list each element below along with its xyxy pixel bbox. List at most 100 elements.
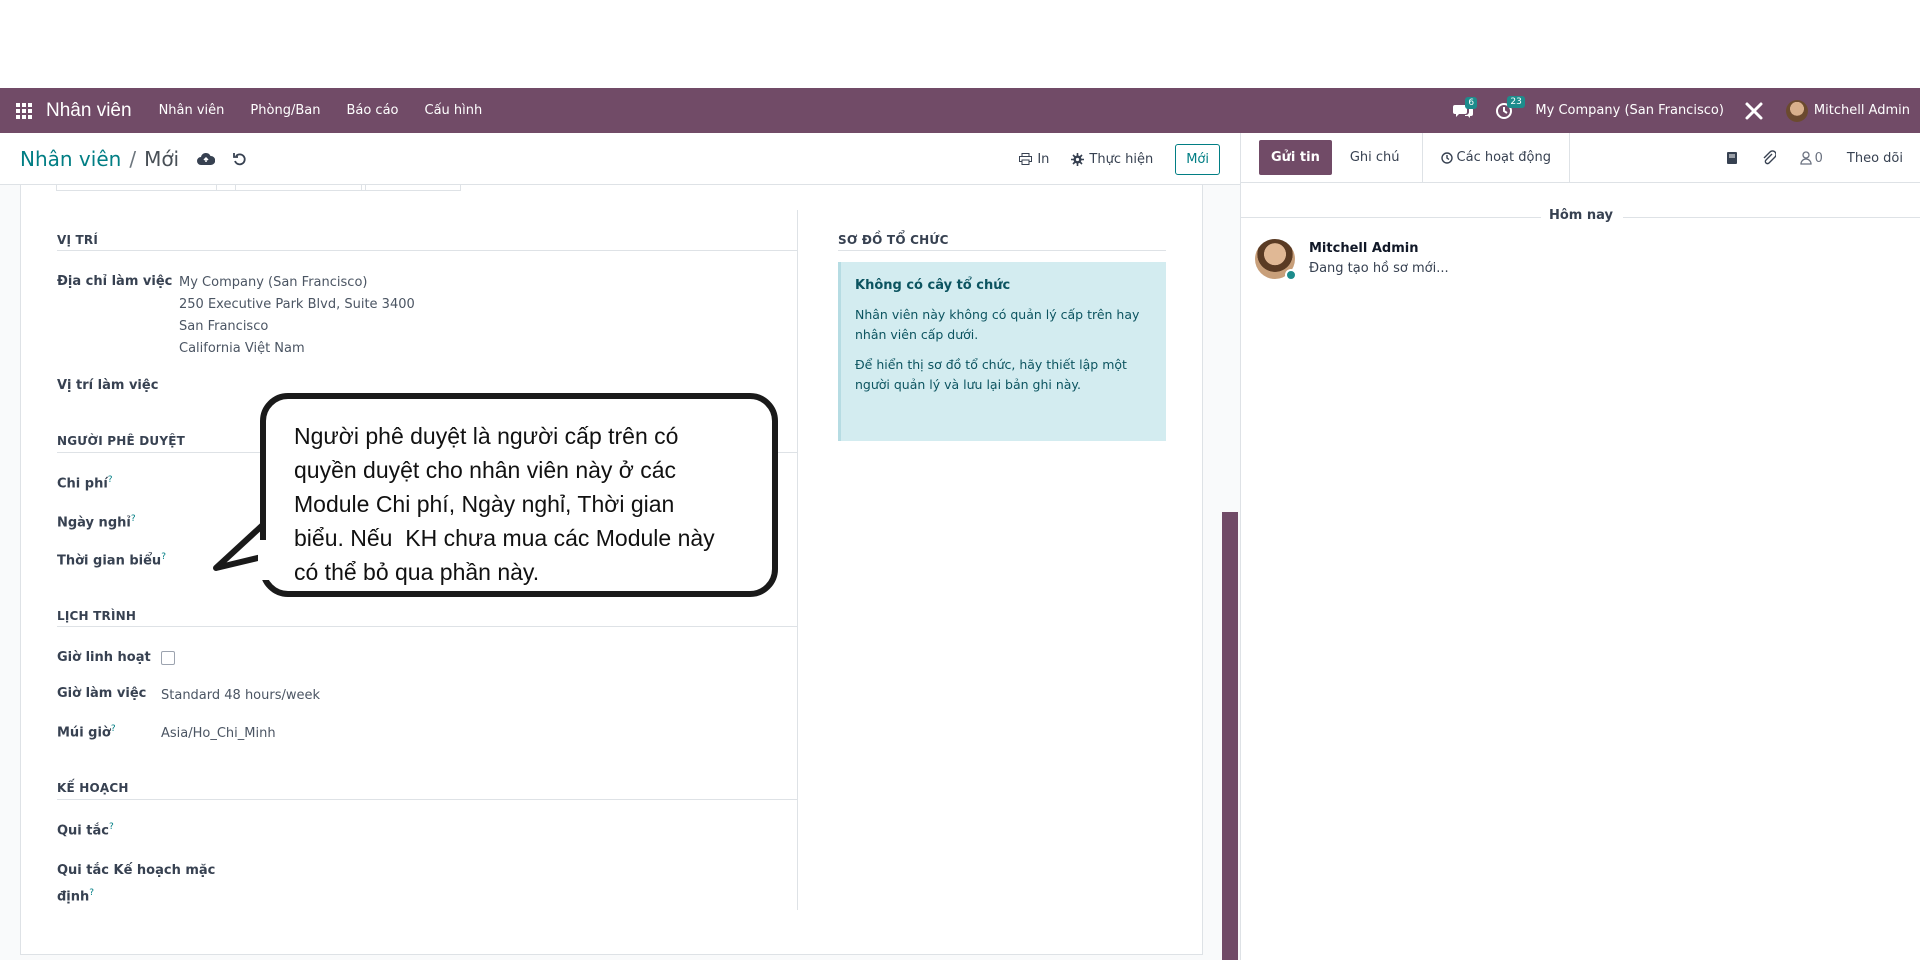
address-line: San Francisco <box>179 319 269 334</box>
date-divider-today: Hôm nay <box>1549 208 1613 223</box>
follow-button[interactable]: Theo dõi <box>1847 151 1903 166</box>
chatter-right-actions: 0 Theo dõi <box>1726 133 1903 183</box>
clock-icon <box>1440 151 1453 164</box>
timezone-label-text: Múi giờ <box>57 725 111 741</box>
section-title-org-chart: SƠ ĐỒ TỔ CHỨC <box>838 233 949 247</box>
breadcrumb-separator: / <box>129 146 137 171</box>
help-tooltip-icon[interactable]: ? <box>109 822 114 832</box>
planning-roles-label: Qui tắc? <box>57 822 114 838</box>
callout-line: có thể bỏ qua phần này. <box>294 559 540 585</box>
tools-icon <box>1745 102 1763 119</box>
org-chart-empty-alert: Không có cây tổ chức Nhân viên này không… <box>838 262 1166 441</box>
top-whitespace <box>0 0 1920 88</box>
action-button[interactable]: Thực hiện <box>1071 152 1153 167</box>
user-avatar <box>1785 99 1808 122</box>
working-hours-value[interactable]: Standard 48 hours/week <box>161 688 320 703</box>
message-author-avatar[interactable] <box>1255 239 1297 281</box>
expense-label-text: Chi phí <box>57 476 108 492</box>
section-title-location: VỊ TRÍ <box>57 233 99 247</box>
help-tooltip-icon[interactable]: ? <box>89 888 94 898</box>
work-address-value[interactable]: My Company (San Francisco) 250 Executive… <box>179 272 415 360</box>
new-button[interactable]: Mới <box>1175 143 1220 175</box>
help-tooltip-icon[interactable]: ? <box>131 514 136 524</box>
timezone-value[interactable]: Asia/Ho_Chi_Minh <box>161 726 276 741</box>
timezone-label: Múi giờ? <box>57 724 116 740</box>
menu-employees[interactable]: Nhân viên <box>159 103 225 118</box>
default-role-label-line1: Qui tắc Kế hoạch mặc <box>57 863 216 878</box>
breadcrumb: Nhân viên / Mới <box>20 147 179 171</box>
print-label: In <box>1037 151 1050 167</box>
help-tooltip-icon[interactable]: ? <box>161 552 166 562</box>
message-author[interactable]: Mitchell Admin <box>1309 241 1418 256</box>
paperclip-icon[interactable] <box>1762 150 1776 166</box>
address-line: California Việt Nam <box>179 341 305 356</box>
apps-grid-icon[interactable] <box>16 102 32 119</box>
print-button[interactable]: In <box>1019 152 1049 167</box>
company-switcher[interactable]: My Company (San Francisco) <box>1535 103 1723 118</box>
main-navbar: Nhân viên Nhân viên Phòng/Ban Báo cáo Cấ… <box>0 88 1920 133</box>
cloud-upload-icon[interactable] <box>197 152 216 166</box>
book-icon[interactable] <box>1726 151 1738 165</box>
working-hours-label: Giờ làm việc <box>57 686 147 701</box>
print-icon <box>1019 153 1033 165</box>
messaging-menu[interactable]: 6 <box>1453 96 1478 119</box>
flexible-hours-checkbox[interactable] <box>161 651 175 665</box>
org-chart-alert-text: Nhân viên này không có quản lý cấp trên … <box>855 307 1140 342</box>
discard-undo-icon[interactable] <box>233 152 247 166</box>
control-panel: Nhân viên / Mới In Thực hiện Mới <box>0 133 1240 185</box>
section-divider <box>57 626 797 627</box>
user-menu[interactable]: Mitchell Admin <box>1785 99 1910 122</box>
section-divider <box>57 250 797 251</box>
debug-tools[interactable] <box>1744 101 1764 121</box>
message-body: Đang tạo hồ sơ mới... <box>1309 261 1449 276</box>
followers-button[interactable]: 0 <box>1799 150 1823 166</box>
default-role-label-line2: định <box>57 889 90 905</box>
callout-text: Người phê duyệt là người cấp trên có quy… <box>294 419 744 589</box>
callout-line: Người phê duyệt là người cấp trên có <box>294 423 679 449</box>
annotation-callout: Người phê duyệt là người cấp trên có quy… <box>260 393 778 597</box>
section-divider <box>838 250 1166 251</box>
callout-line: Module Chi phí, Ngày nghỉ, Thời gian <box>294 491 675 517</box>
timesheet-label-text: Thời gian biểu <box>57 553 162 569</box>
app-title[interactable]: Nhân viên <box>46 100 132 122</box>
timeoff-label-text: Ngày nghỉ <box>57 515 131 531</box>
callout-pointer-mask <box>258 540 272 580</box>
gear-icon <box>1071 152 1085 166</box>
chatter-topbar: Gửi tin Ghi chú Các hoạt động 0 Theo dõi <box>1241 132 1920 183</box>
work-address-label: Địa chỉ làm việc <box>57 274 173 289</box>
chatter-panel: Gửi tin Ghi chú Các hoạt động 0 Theo dõi… <box>1240 132 1920 960</box>
activities-badge: 23 <box>1507 95 1525 108</box>
flexible-hours-label: Giờ linh hoạt <box>57 650 151 665</box>
online-status-dot <box>1285 269 1297 281</box>
org-chart-alert-title: Không có cây tổ chức <box>855 278 1011 293</box>
help-tooltip-icon[interactable]: ? <box>111 724 116 734</box>
section-title-schedule: LỊCH TRÌNH <box>57 609 137 623</box>
section-title-planning: KẾ HOẠCH <box>57 781 129 795</box>
default-planning-role-label: Qui tắc Kế hoạch mặc định? <box>57 860 215 908</box>
column-divider <box>797 210 798 910</box>
activities-label: Các hoạt động <box>1456 150 1551 165</box>
notebook-tab-edge <box>216 185 366 191</box>
roles-label-text: Qui tắc <box>57 823 109 839</box>
scrollbar-thumb[interactable] <box>1222 512 1238 960</box>
activity-menu[interactable]: 23 <box>1495 95 1525 120</box>
menu-departments[interactable]: Phòng/Ban <box>250 103 320 118</box>
breadcrumb-parent[interactable]: Nhân viên <box>20 147 121 171</box>
user-icon <box>1799 151 1812 165</box>
navbar-systray: 6 23 My Company (San Francisco) Mitchell… <box>1453 88 1910 133</box>
section-divider <box>57 799 797 800</box>
menu-configuration[interactable]: Cấu hình <box>425 103 483 118</box>
callout-line: biểu. Nếu KH chưa mua các Module này <box>294 525 715 551</box>
messages-badge: 6 <box>1465 96 1478 109</box>
menu-reporting[interactable]: Báo cáo <box>346 103 398 118</box>
breadcrumb-current: Mới <box>144 146 180 171</box>
notebook-tab-edge <box>361 185 461 191</box>
address-line: My Company (San Francisco) <box>179 275 368 290</box>
section-title-approvers: NGƯỜI PHÊ DUYỆT <box>57 434 186 448</box>
followers-count: 0 <box>1814 150 1823 166</box>
activities-button[interactable]: Các hoạt động <box>1421 132 1570 183</box>
expense-approver-label: Chi phí? <box>57 475 113 491</box>
send-message-button[interactable]: Gửi tin <box>1259 140 1332 175</box>
help-tooltip-icon[interactable]: ? <box>108 475 113 485</box>
log-note-button[interactable]: Ghi chú <box>1332 133 1418 183</box>
